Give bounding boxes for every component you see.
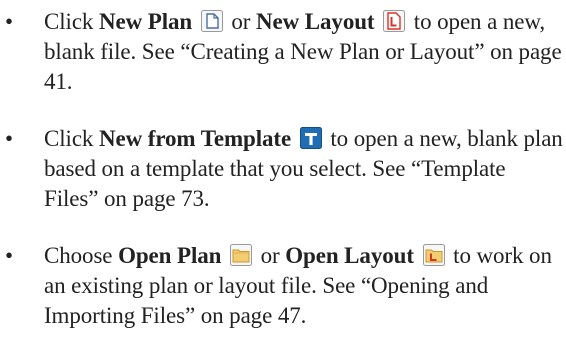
command-new-plan: New Plan <box>98 9 193 34</box>
new-layout-icon <box>383 10 406 32</box>
list-item-text: Click New from Template to open a new, b… <box>44 124 564 214</box>
text-mid: or <box>225 9 257 34</box>
command-new-from-template: New from Template <box>98 126 292 151</box>
command-open-plan: Open Plan <box>118 243 222 268</box>
bullet-marker: • <box>5 126 14 151</box>
command-open-layout: Open Layout <box>285 243 414 268</box>
command-new-layout: New Layout <box>256 9 375 34</box>
text-prefix: Click <box>44 9 99 34</box>
bullet-marker: • <box>5 9 14 34</box>
text-prefix: Choose <box>44 243 119 268</box>
open-layout-icon <box>422 244 445 266</box>
list-item-text: Choose Open Plan or Open Layout to work … <box>44 241 564 331</box>
text-prefix: Click <box>44 126 99 151</box>
document: • Click New Plan or New Layout to open a… <box>0 0 566 343</box>
list-item-text: Click New Plan or New Layout to open a n… <box>44 7 564 97</box>
bullet-marker: • <box>5 243 14 268</box>
text-mid: or <box>254 243 286 268</box>
open-plan-icon <box>229 244 252 266</box>
new-plan-icon <box>200 10 223 32</box>
new-from-template-icon <box>299 127 322 149</box>
